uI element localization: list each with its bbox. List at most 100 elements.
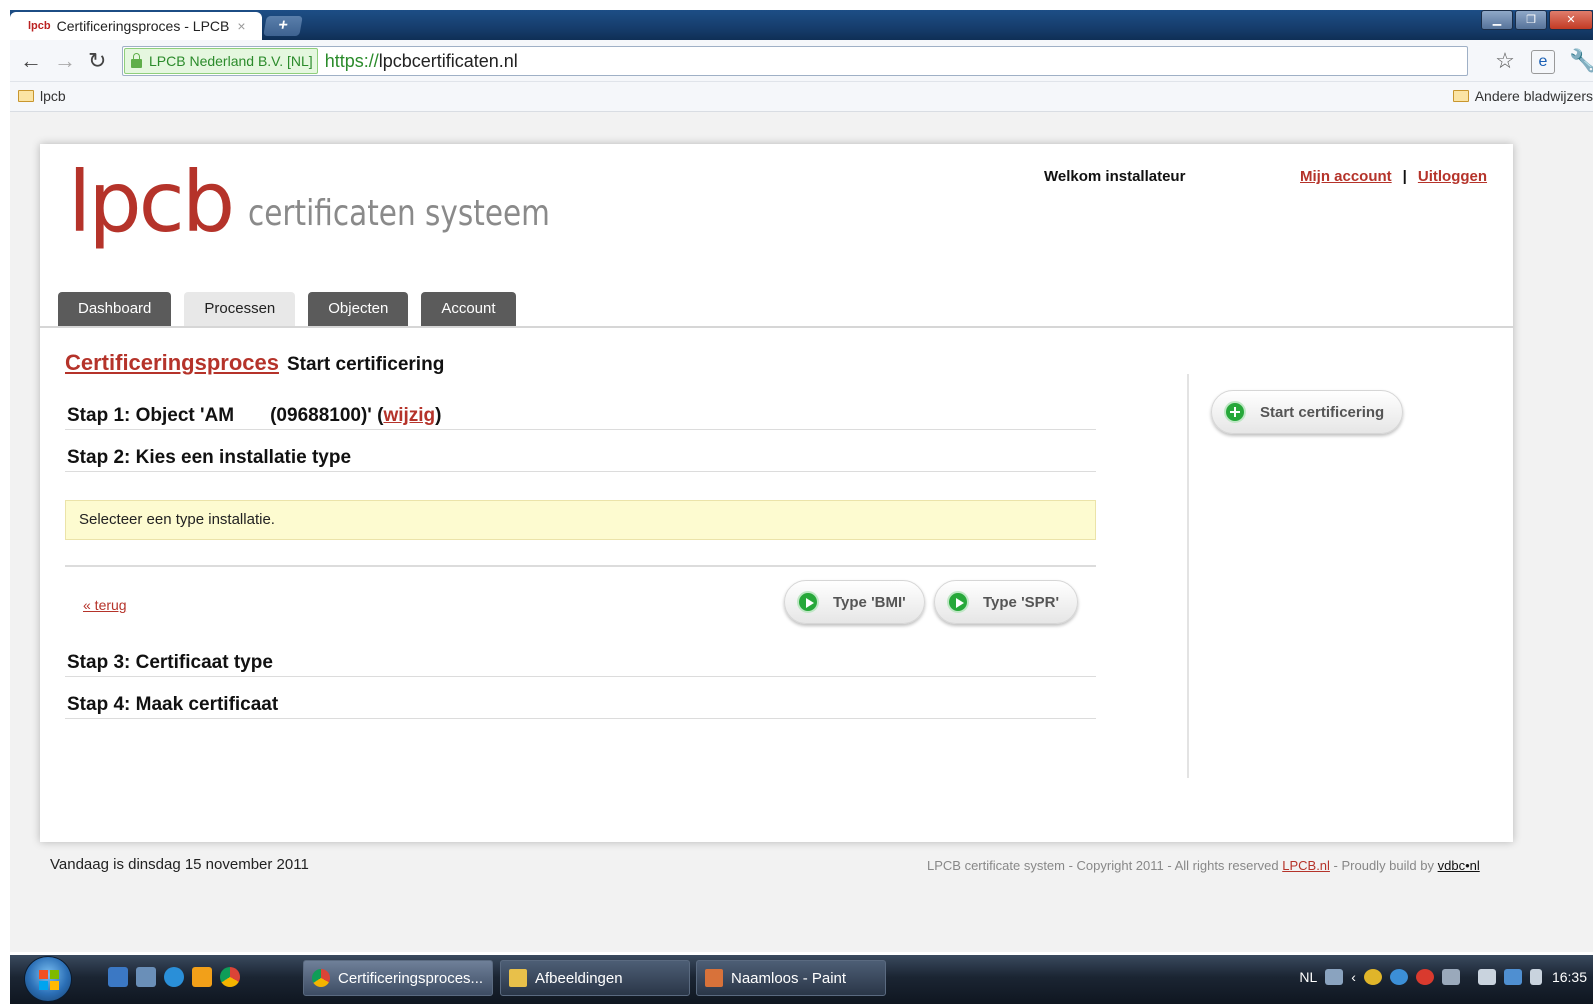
toolbar-icons: ☆ e 🔧 [1479,50,1593,74]
copyright-middle: - Proudly build by [1329,858,1438,873]
taskbar: Certificeringsproces... Afbeeldingen Naa… [10,955,1593,1004]
window-top [0,0,1593,10]
pen-icon[interactable] [1441,969,1460,985]
minimize-icon[interactable]: ▁ [1481,10,1513,30]
internet-explorer-icon[interactable] [164,967,184,987]
step-2-text: Stap 2: Kies een installatie type [67,447,352,468]
folder-icon [18,90,34,102]
main-nav: Dashboard Processen Objecten Account [58,292,529,326]
windows-logo-icon [39,970,59,990]
show-hidden-icons-icon[interactable]: ‹ [1351,969,1356,985]
change-object-link[interactable]: wijzig [383,405,435,426]
footer-date: Vandaag is dinsdag 15 november 2011 [50,856,309,873]
page-subtitle: Start certificering [286,354,445,375]
page-background: lpcb certificaten systeem Welkom install… [10,112,1593,952]
step-3: Stap 3: Certificaat type [65,633,1096,677]
switch-windows-icon[interactable] [136,967,156,987]
task-label: Naamloos - Paint [731,969,847,987]
chrome-icon [312,969,330,987]
tab-title: Certificeringsproces - LPCB [56,18,230,34]
logo-mark: lpcb [68,153,235,251]
language-indicator[interactable]: NL [1299,969,1317,985]
folder-icon [1452,90,1469,102]
play-icon [797,591,819,613]
back-link[interactable]: « terug [83,597,127,613]
step-3-text: Stap 3: Certificaat type [67,652,273,673]
footer-copyright: LPCB certificate system - Copyright 2011… [927,858,1480,873]
breadcrumb-link[interactable]: Certificeringsproces [65,350,279,376]
type-bmi-label: Type 'BMI' [833,593,906,611]
task-afbeeldingen[interactable]: Afbeeldingen [500,960,690,996]
bookmarks-bar: lpcb Andere bladwijzers [10,82,1593,112]
folder-icon [509,969,527,987]
wrench-icon[interactable]: 🔧 [1569,50,1593,74]
type-spr-label: Type 'SPR' [983,593,1060,611]
lpcb-favicon-icon: lpcb [28,20,51,32]
forward-arrow-icon[interactable]: → [54,48,76,74]
close-icon[interactable]: ✕ [1549,10,1593,30]
media-player-icon[interactable] [192,967,212,987]
start-certificering-button[interactable]: Start certificering [1211,390,1404,434]
start-certificering-label: Start certificering [1260,403,1385,421]
start-button[interactable] [24,956,72,1002]
back-arrow-icon[interactable]: ← [20,48,42,74]
tab-objecten[interactable]: Objecten [308,292,409,326]
ie-tab-icon[interactable]: e [1531,50,1555,74]
page-title: Certificeringsproces Start certificering [65,350,1096,376]
bookmark-star-icon[interactable]: ☆ [1493,50,1517,74]
type-spr-button[interactable]: Type 'SPR' [934,580,1079,624]
maximize-icon[interactable]: ❐ [1515,10,1547,30]
plus-icon [1224,401,1246,423]
tab-account[interactable]: Account [421,292,516,326]
task-chrome[interactable]: Certificeringsproces... [303,960,493,996]
lpcb-link[interactable]: LPCB.nl [1282,858,1330,873]
bookmark-other[interactable]: Andere bladwijzers [1452,88,1593,104]
lpcb-logo[interactable]: lpcb certificaten systeem [68,160,616,244]
step-4-text: Stap 4: Maak certificaat [67,694,279,715]
step-1-suffix: ) [435,405,442,426]
vdbc-link[interactable]: vdbc•nl [1438,858,1480,873]
notice-message: Selecteer een type installatie. [65,500,1096,540]
show-desktop-icon[interactable] [108,967,128,987]
browser-tab[interactable]: lpcb Certificeringsproces - LPCB × [10,12,262,40]
type-bmi-button[interactable]: Type 'BMI' [784,580,925,624]
antivirus-icon[interactable] [1415,969,1434,985]
url-text: https://lpcbcertificaten.nl [325,51,518,72]
tab-processen[interactable]: Processen [184,292,296,326]
network-icon[interactable] [1503,969,1522,985]
copyright-text: LPCB certificate system - Copyright 2011… [927,858,1283,873]
tab-dashboard[interactable]: Dashboard [58,292,172,326]
step-1-text: Stap 1: Object 'AM (09688100)' (wijzig) [67,405,442,427]
nav-divider [40,326,1513,328]
ev-certificate-badge[interactable]: LPCB Nederland B.V. [NL] [124,48,318,74]
account-links: Mijn account | Uitloggen [1300,168,1487,185]
step-1: Stap 1: Object 'AM (09688100)' (wijzig) [65,396,1096,430]
new-tab-button[interactable]: + [263,16,303,36]
my-account-link[interactable]: Mijn account [1300,168,1392,185]
security-icon[interactable] [1363,969,1382,985]
quick-launch [108,967,248,987]
task-label: Afbeeldingen [535,969,623,987]
keyboard-icon[interactable] [1325,969,1344,985]
volume-icon[interactable] [1529,969,1542,985]
task-paint[interactable]: Naamloos - Paint [696,960,886,996]
sync-icon[interactable] [1389,969,1408,985]
welcome-text: Welkom installateur [1044,168,1186,185]
clipboard-icon[interactable] [1477,969,1496,985]
action-row: « terug Type 'BMI' Type 'SPR' [65,567,1096,633]
content-card: lpcb certificaten systeem Welkom install… [40,144,1513,842]
logo-text: certificaten systeem [248,193,551,234]
task-label: Certificeringsproces... [338,969,484,987]
logout-link[interactable]: Uitloggen [1418,168,1487,185]
reload-icon[interactable]: ↻ [88,48,106,74]
url-scheme: https:// [324,50,379,71]
bookmark-lpcb[interactable]: lpcb [18,88,66,104]
step-2: Stap 2: Kies een installatie type [65,430,1096,472]
sidebar-divider [1187,374,1189,778]
tab-close-icon[interactable]: × [237,18,245,34]
chrome-icon[interactable] [220,967,240,987]
clock[interactable]: 16:35 [1552,969,1587,985]
step-1-code: (09688100)' ( [270,405,384,426]
address-bar[interactable]: LPCB Nederland B.V. [NL] https://lpcbcer… [122,46,1468,76]
bookmark-label: lpcb [40,88,66,104]
